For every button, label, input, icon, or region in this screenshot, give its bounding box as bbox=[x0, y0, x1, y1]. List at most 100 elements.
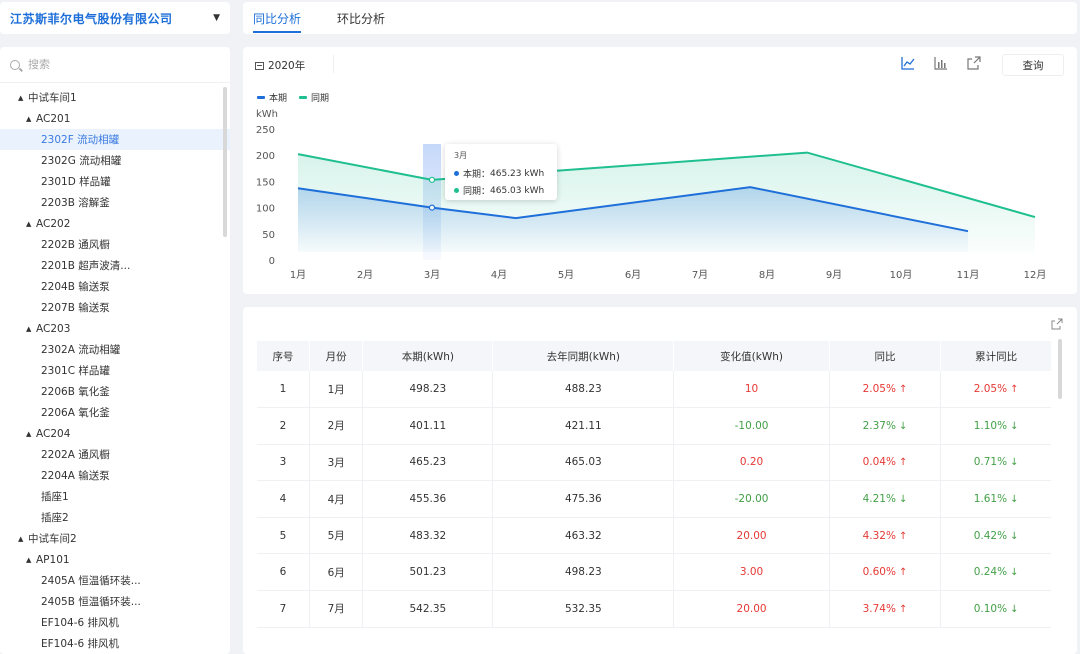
tree-item-label: 2302F 流动相罐 bbox=[41, 134, 120, 146]
table-cell-idx: 2 bbox=[257, 407, 310, 445]
cell-value: 1.61% bbox=[973, 493, 1008, 506]
arrow-up-icon: ↑ bbox=[898, 567, 908, 579]
export-icon[interactable] bbox=[966, 55, 982, 71]
tree-item[interactable]: 2207B 输送泵 bbox=[0, 297, 230, 318]
expand-triangle-icon[interactable]: ▲ bbox=[18, 94, 26, 102]
table-cell-cum: 0.10% ↓ bbox=[940, 590, 1051, 628]
cell-value: 542.35 bbox=[409, 602, 447, 615]
tree-item-label: 2302G 流动相罐 bbox=[41, 155, 122, 167]
table-cell-current: 501.23 bbox=[362, 553, 494, 592]
y-tick-label: 100 bbox=[256, 204, 275, 215]
table-row: 7 7月 542.35 532.35 20.00 3.74% ↑ 0.10% ↓ bbox=[257, 590, 1051, 628]
tree-item[interactable]: 2201B 超声波清... bbox=[0, 255, 230, 276]
table-cell-current: 483.32 bbox=[362, 517, 494, 555]
cell-value: 2月 bbox=[327, 420, 345, 433]
tree-scrollbar[interactable] bbox=[223, 87, 227, 237]
tab-mom[interactable]: 环比分析 bbox=[337, 2, 385, 34]
expand-triangle-icon[interactable]: ▲ bbox=[26, 220, 34, 228]
tree-item[interactable]: 2202A 通风橱 bbox=[0, 444, 230, 465]
tree-item[interactable]: EF104-6 排风机 bbox=[0, 633, 230, 654]
table-scrollbar[interactable] bbox=[1058, 339, 1062, 399]
x-tick-label: 12月 bbox=[1024, 269, 1047, 281]
tree-item-label: 2203B 溶解釜 bbox=[41, 197, 110, 209]
table-cell-last: 465.03 bbox=[492, 444, 675, 482]
legend-item-current[interactable]: 本期 bbox=[257, 91, 287, 104]
chart-legend: 本期 同期 bbox=[257, 91, 341, 104]
tree-item[interactable]: 2302F 流动相罐 bbox=[0, 129, 230, 150]
export-icon[interactable] bbox=[1051, 318, 1063, 330]
cell-value: 465.03 bbox=[564, 456, 602, 469]
arrow-up-icon: ↑ bbox=[898, 384, 908, 396]
table-cell-last: 498.23 bbox=[492, 553, 675, 592]
col-header: 去年同期(kWh) bbox=[492, 341, 675, 371]
tree-item[interactable]: 插座1 bbox=[0, 486, 230, 507]
col-header: 同比 bbox=[829, 341, 942, 371]
tree-item[interactable]: 2302A 流动相罐 bbox=[0, 339, 230, 360]
cell-value: 2.05% bbox=[862, 383, 896, 396]
table-cell-idx: 3 bbox=[257, 444, 310, 482]
cell-value: 5 bbox=[279, 529, 287, 542]
cell-value: 2.05% bbox=[973, 383, 1008, 396]
tree-item[interactable]: 2301D 样品罐 bbox=[0, 171, 230, 192]
arrow-down-icon: ↓ bbox=[1010, 457, 1019, 469]
tree-item[interactable]: ▲ AC201 bbox=[0, 108, 230, 129]
tree-item[interactable]: 2405B 恒温循环装... bbox=[0, 591, 230, 612]
tree-item[interactable]: 2301C 样品罐 bbox=[0, 360, 230, 381]
tree-item[interactable]: 2302G 流动相罐 bbox=[0, 150, 230, 171]
search-box[interactable] bbox=[0, 47, 230, 83]
tree-item[interactable]: 2206B 氧化釜 bbox=[0, 381, 230, 402]
tree-item[interactable]: ▲ 中试车间2 bbox=[0, 528, 230, 549]
company-selector[interactable]: 江苏斯菲尔电气股份有限公司 ▼ bbox=[0, 2, 230, 34]
cell-value: 3.00 bbox=[739, 566, 764, 579]
expand-triangle-icon[interactable]: ▲ bbox=[26, 430, 34, 438]
search-input[interactable] bbox=[28, 58, 198, 71]
tree-item[interactable]: ▲ 中试车间1 bbox=[0, 87, 230, 108]
bar-chart-icon[interactable] bbox=[933, 55, 949, 71]
tree-item-label: 2201B 超声波清... bbox=[41, 260, 131, 272]
tree-item[interactable]: 2405A 恒温循环装... bbox=[0, 570, 230, 591]
tree-item[interactable]: EF104-6 排风机 bbox=[0, 612, 230, 633]
tree-item[interactable]: ▲ AC204 bbox=[0, 423, 230, 444]
tab-yoy[interactable]: 同比分析 bbox=[253, 2, 302, 34]
line-chart-icon[interactable] bbox=[900, 55, 916, 71]
expand-triangle-icon[interactable]: ▲ bbox=[26, 325, 34, 333]
legend-item-last-year[interactable]: 同期 bbox=[299, 91, 329, 104]
query-button[interactable]: 查询 bbox=[1002, 54, 1064, 76]
table-cell-yoy: 0.04% ↑ bbox=[829, 444, 942, 482]
table-row: 5 5月 483.32 463.32 20.00 4.32% ↑ 0.42% ↓ bbox=[257, 517, 1051, 555]
arrow-down-icon: ↓ bbox=[1010, 420, 1019, 432]
col-header: 累计同比 bbox=[940, 341, 1051, 371]
tree-item-label: 2202A 通风橱 bbox=[41, 449, 110, 461]
caret-down-icon[interactable]: ▼ bbox=[213, 13, 220, 23]
tree-item[interactable]: 2206A 氧化釜 bbox=[0, 402, 230, 423]
tree-item[interactable]: 2202B 通风橱 bbox=[0, 234, 230, 255]
expand-triangle-icon[interactable]: ▲ bbox=[26, 556, 34, 564]
table-cell-cum: 2.05% ↑ bbox=[940, 371, 1051, 409]
cell-value: 488.23 bbox=[564, 383, 602, 396]
arrow-down-icon: ↓ bbox=[1010, 603, 1019, 615]
legend-label: 本期 bbox=[269, 94, 288, 104]
cell-value: 0.10% bbox=[973, 602, 1008, 615]
tree-item[interactable]: 插座2 bbox=[0, 507, 230, 528]
year-picker[interactable]: 2020年 bbox=[255, 58, 305, 73]
expand-triangle-icon[interactable]: ▲ bbox=[26, 115, 34, 123]
tree-item[interactable]: ▲ AP101 bbox=[0, 549, 230, 570]
cell-value: 498.23 bbox=[409, 383, 447, 396]
cell-value: 0.60% bbox=[862, 566, 896, 579]
tree-item[interactable]: 2204B 输送泵 bbox=[0, 276, 230, 297]
expand-triangle-icon[interactable]: ▲ bbox=[18, 535, 26, 543]
cell-value: 463.32 bbox=[564, 529, 602, 542]
tree-item[interactable]: ▲ AC202 bbox=[0, 213, 230, 234]
tree-item[interactable]: 2204A 输送泵 bbox=[0, 465, 230, 486]
arrow-up-icon: ↑ bbox=[1010, 384, 1019, 396]
table-cell-idx: 4 bbox=[257, 480, 310, 518]
x-tick-label: 6月 bbox=[625, 269, 641, 281]
cell-value: 1月 bbox=[327, 383, 345, 396]
x-tick-label: 3月 bbox=[424, 269, 440, 281]
cell-value: 4.21% bbox=[862, 493, 896, 506]
tree-item[interactable]: ▲ AC203 bbox=[0, 318, 230, 339]
tooltip-row-current: 本期： 465.23 kWh bbox=[454, 167, 548, 180]
tree-item[interactable]: 2203B 溶解釜 bbox=[0, 192, 230, 213]
table-cell-current: 465.23 bbox=[362, 444, 494, 482]
table-cell-yoy: 4.32% ↑ bbox=[829, 517, 942, 555]
